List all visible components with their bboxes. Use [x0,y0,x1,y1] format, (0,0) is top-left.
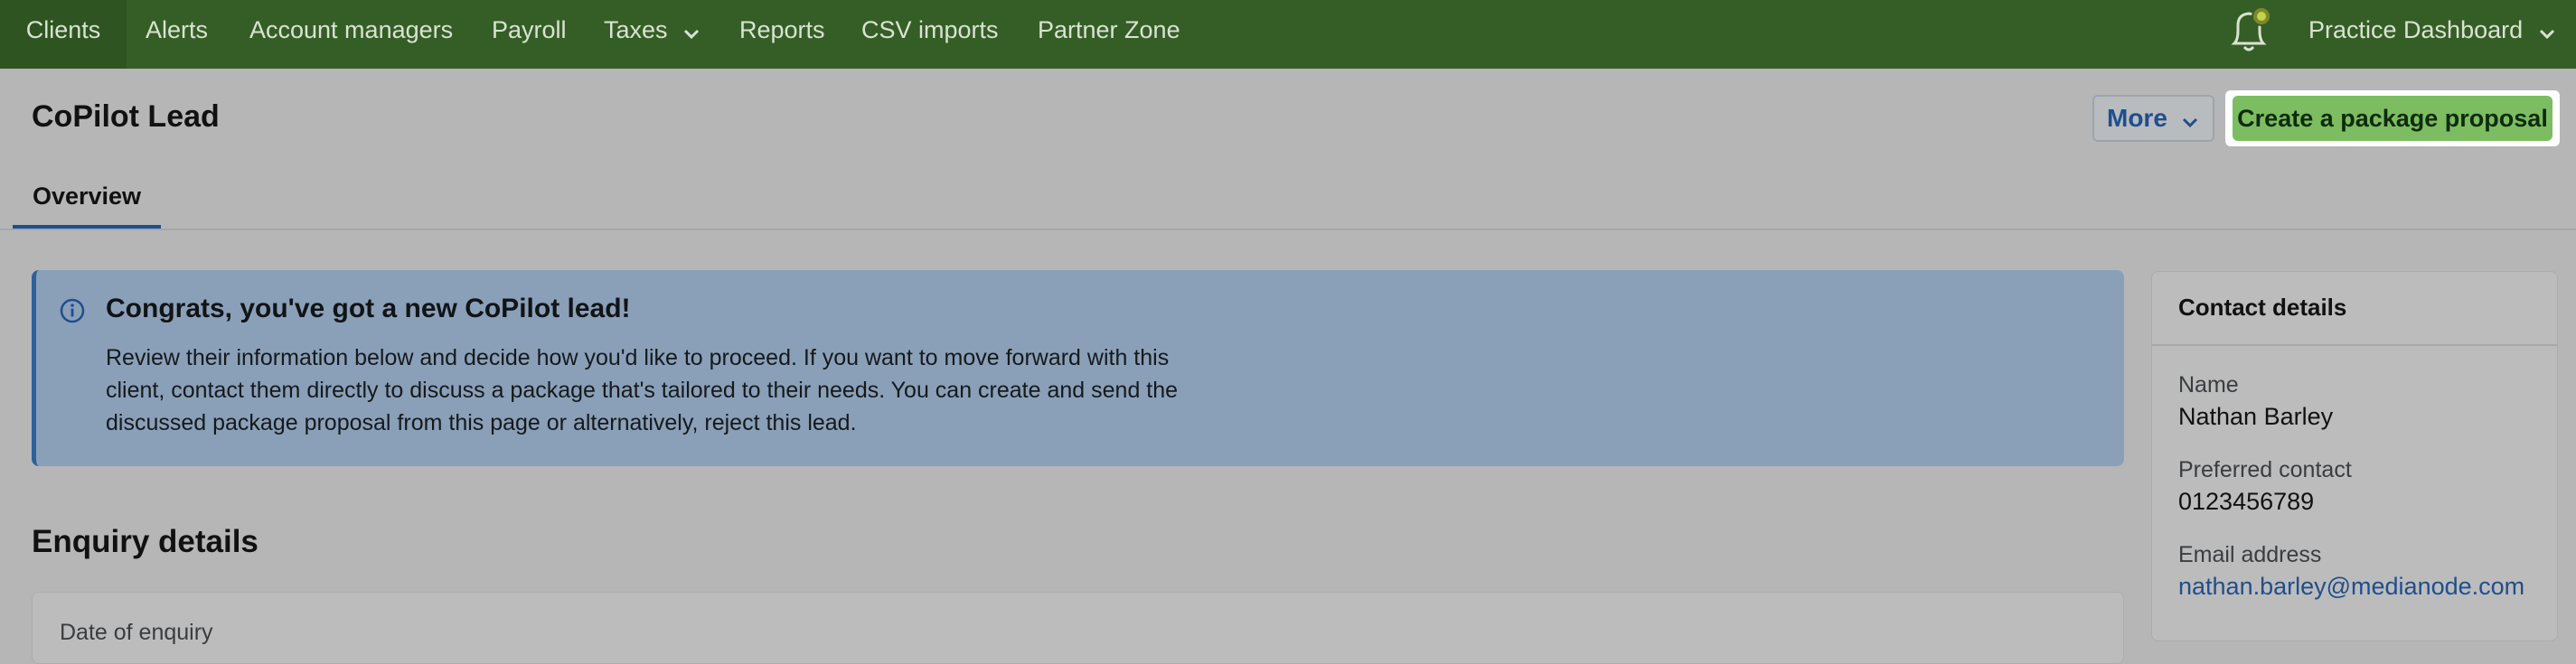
nav-item-payroll[interactable]: Payroll [492,0,567,69]
name-label: Name [2178,372,2239,397]
enquiry-details-card: Date of enquiry [32,592,2124,664]
banner-line: Review their information below and decid… [106,345,1170,370]
email-address-link[interactable]: nathan.barley@medianode.com [2178,573,2524,601]
top-navigation: Clients Alerts Account managers Payroll … [0,0,2576,69]
create-package-proposal-button[interactable]: Create a package proposal [2225,90,2560,146]
contact-details-title: Contact details [2178,294,2347,321]
chevron-down-icon [2539,2,2555,61]
page-title: CoPilot Lead [32,99,220,134]
info-banner: Congrats, you've got a new CoPilot lead!… [32,270,2124,466]
nav-item-taxes-label: Taxes [604,16,668,43]
banner-line: client, contact them directly to discuss… [106,378,1179,403]
info-icon [59,297,86,324]
nav-item-csv-imports[interactable]: CSV imports [861,0,999,69]
contact-details-card: Contact details Name Nathan Barley Prefe… [2151,271,2558,641]
banner-title: Congrats, you've got a new CoPilot lead! [106,294,631,323]
nav-item-clients[interactable]: Clients [0,0,127,69]
email-address-label: Email address [2178,542,2322,567]
preferred-contact-value: 0123456789 [2178,488,2315,515]
tab-overview[interactable]: Overview [13,177,161,229]
nav-item-alerts[interactable]: Alerts [146,0,208,69]
practice-dashboard-menu[interactable]: Practice Dashboard [2308,0,2555,69]
banner-line: discussed package proposal from this pag… [106,410,857,435]
chevron-down-icon [683,2,700,61]
banner-body: Review their information below and decid… [106,341,1371,439]
nav-item-reports[interactable]: Reports [739,0,825,69]
tabs-divider [0,229,2576,230]
bell-icon[interactable] [2227,4,2272,56]
enquiry-details-heading: Enquiry details [32,524,259,559]
create-package-proposal-label: Create a package proposal [2233,96,2552,141]
contact-divider [2152,344,2557,346]
name-value: Nathan Barley [2178,403,2334,430]
more-button-label: More [2107,104,2167,132]
preferred-contact-label: Preferred contact [2178,457,2352,482]
nav-item-partner-zone[interactable]: Partner Zone [1038,0,1180,69]
practice-dashboard-label: Practice Dashboard [2308,16,2524,43]
chevron-down-icon [2182,98,2198,142]
nav-item-taxes[interactable]: Taxes [604,0,700,69]
date-of-enquiry-label: Date of enquiry [60,620,213,645]
nav-item-account-managers[interactable]: Account managers [249,0,453,69]
more-button[interactable]: More [2092,95,2214,142]
